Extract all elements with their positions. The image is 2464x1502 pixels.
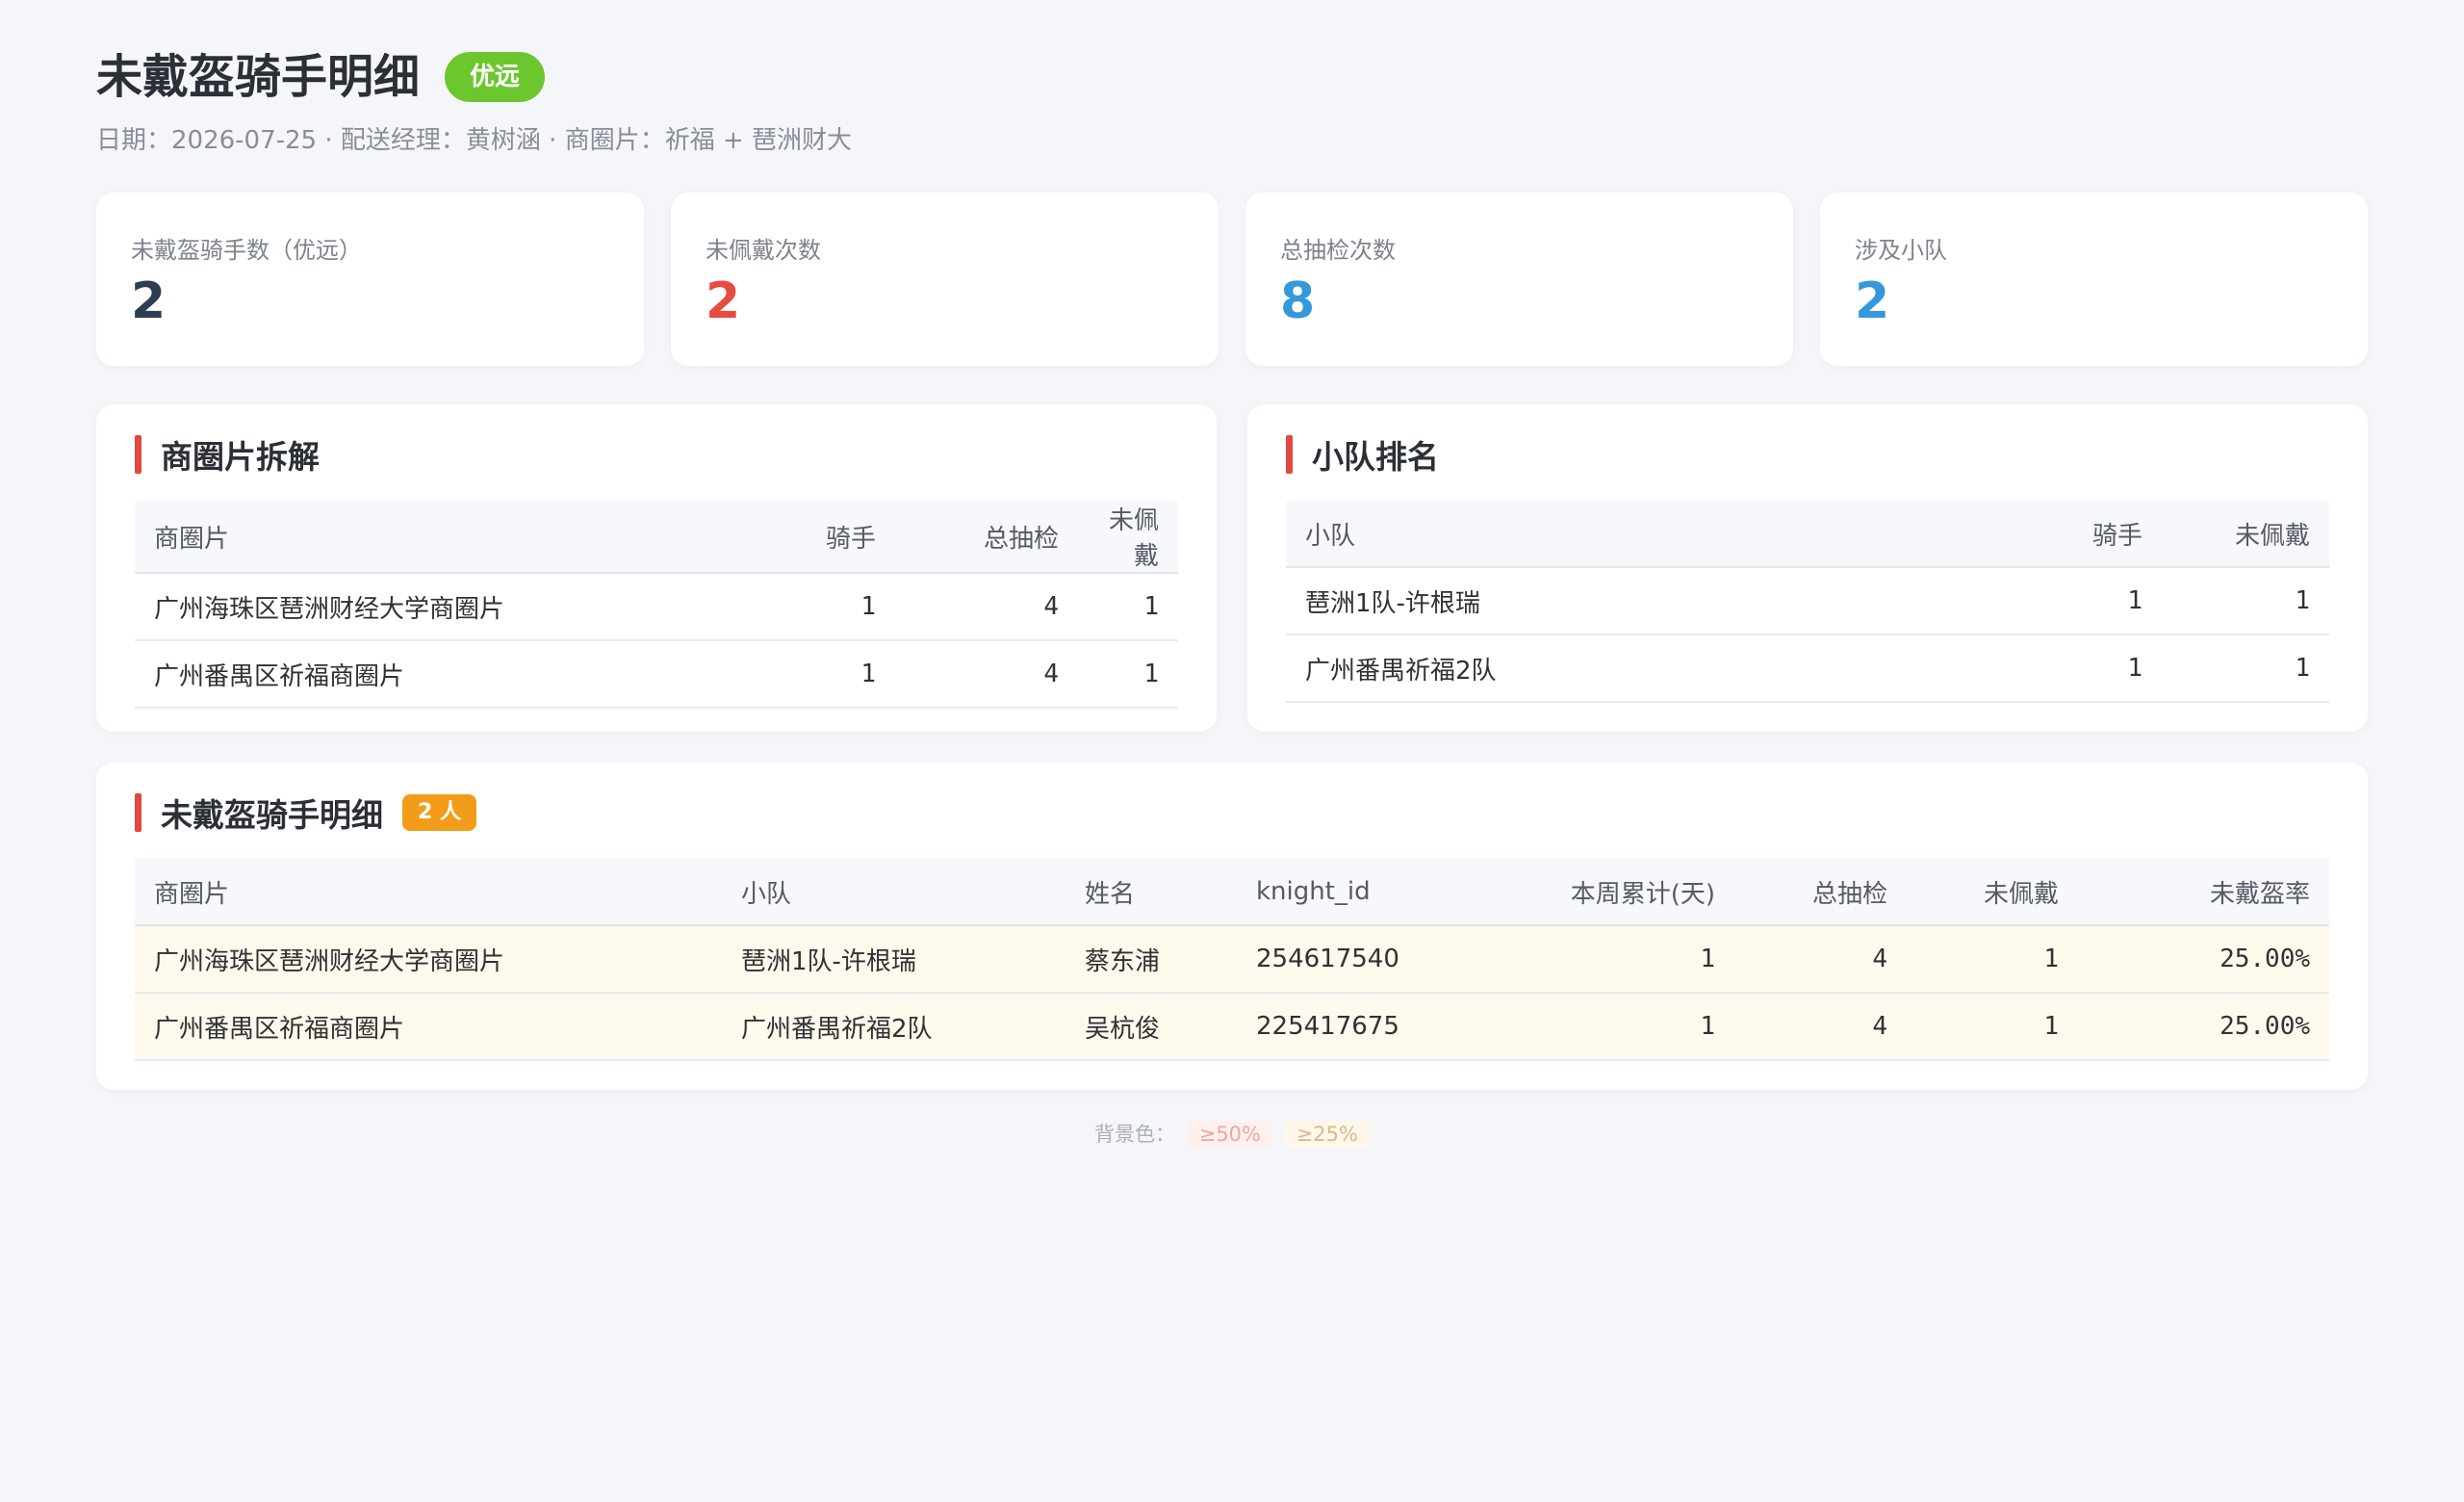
table-header-row: 小队 骑手 未佩戴: [1286, 501, 2329, 568]
legend-chip-25: ≥25%: [1284, 1121, 1370, 1148]
kpi-label: 未戴盔骑手数（优远）: [131, 237, 362, 264]
cell-not-worn: 1: [1078, 640, 1178, 709]
page-title: 未戴盔骑手明细: [96, 50, 421, 104]
section-title: 小队排名: [1286, 433, 1439, 476]
table-header-row: 商圈片 小队 姓名 knight_id 本周累计(天) 总抽检 未佩戴 未戴盔率: [135, 859, 2329, 926]
page: 未戴盔骑手明细 优远 日期：2026-07-25 · 配送经理：黄树涵 · 商圈…: [0, 0, 2464, 1502]
kpi-label: 总抽检次数: [1280, 237, 1396, 264]
cell-team: 琶洲1队-许根瑞: [1286, 567, 1979, 635]
col-checks[interactable]: 总抽检: [1734, 859, 1907, 926]
cell-not-worn: 1: [1907, 993, 2078, 1061]
cell-riders: 1: [1979, 567, 2162, 635]
section-title-text: 未戴盔骑手明细: [161, 796, 383, 834]
kpi-label: 涉及小队: [1855, 237, 1947, 264]
section-title: 未戴盔骑手明细 2 人: [135, 791, 476, 834]
page-subtitle: 日期：2026-07-25 · 配送经理：黄树涵 · 商圈片：祈福 + 琶洲财大: [96, 126, 853, 155]
kpi-value: 2: [131, 272, 167, 330]
rider-count-badge: 2 人: [402, 794, 476, 831]
kpi-card-checks: 总抽检次数 8: [1245, 193, 1793, 366]
cell-week-days: 1: [1503, 993, 1734, 1061]
section-title-text: 小队排名: [1312, 438, 1439, 476]
legend-chip-50: ≥50%: [1187, 1121, 1272, 1148]
col-team[interactable]: 小队: [1286, 501, 1979, 568]
cell-team: 广州番禺祈福2队: [1286, 634, 1979, 703]
col-rate[interactable]: 未戴盔率: [2078, 859, 2329, 926]
kpi-card-not-worn: 未佩戴次数 2: [671, 193, 1219, 366]
cell-riders: 1: [712, 573, 895, 641]
title-row: 未戴盔骑手明细 优远: [96, 46, 852, 108]
table-header-row: 商圈片 骑手 总抽检 未佩戴: [135, 501, 1178, 574]
table-row: 广州番禺区祈福商圈片 广州番禺祈福2队 吴杭俊 225417675 1 4 1 …: [135, 993, 2329, 1061]
kpi-value: 2: [706, 272, 741, 330]
cell-not-worn: 1: [1907, 925, 2078, 994]
cell-rate: 25.00%: [2078, 993, 2329, 1061]
col-not-worn[interactable]: 未佩戴: [2162, 501, 2329, 568]
table-row: 广州番禺祈福2队 1 1: [1286, 634, 2329, 703]
cell-rate: 25.00%: [2078, 925, 2329, 994]
rider-detail-card: 未戴盔骑手明细 2 人 商圈片 小队 姓名 knight_id 本周累计(天) …: [96, 763, 2368, 1090]
table-row: 广州海珠区琶洲财经大学商圈片 琶洲1队-许根瑞 蔡东浦 254617540 1 …: [135, 925, 2329, 994]
section-title-text: 商圈片拆解: [161, 438, 320, 476]
col-district[interactable]: 商圈片: [135, 501, 712, 574]
cell-name: 吴杭俊: [1065, 993, 1237, 1061]
team-table: 小队 骑手 未佩戴 琶洲1队-许根瑞 1 1 广州番禺祈福2队 1 1: [1286, 501, 2329, 703]
kpi-card-riders: 未戴盔骑手数（优远） 2: [96, 193, 644, 366]
cell-not-worn: 1: [2162, 634, 2329, 703]
legend-footer: 背景色： ≥50% ≥25%: [0, 1119, 2464, 1148]
cell-riders: 1: [712, 640, 895, 709]
col-name[interactable]: 姓名: [1065, 859, 1237, 926]
col-team[interactable]: 小队: [722, 859, 1065, 926]
cell-checks: 4: [895, 640, 1078, 709]
section-accent-bar: [135, 793, 141, 832]
cell-team: 广州番禺祈福2队: [722, 993, 1065, 1061]
cell-week-days: 1: [1503, 925, 1734, 994]
section-accent-bar: [135, 435, 141, 474]
cell-district: 广州海珠区琶洲财经大学商圈片: [135, 573, 712, 641]
section-accent-bar: [1286, 435, 1293, 474]
cell-district: 广州海珠区琶洲财经大学商圈片: [135, 925, 722, 994]
cell-checks: 4: [1734, 993, 1907, 1061]
col-district[interactable]: 商圈片: [135, 859, 722, 926]
col-riders[interactable]: 骑手: [1979, 501, 2162, 568]
kpi-card-teams: 涉及小队 2: [1820, 193, 2368, 366]
col-knight-id[interactable]: knight_id: [1237, 859, 1503, 926]
kpi-label: 未佩戴次数: [706, 237, 821, 264]
cell-checks: 4: [895, 573, 1078, 641]
cell-name: 蔡东浦: [1065, 925, 1237, 994]
cell-checks: 4: [1734, 925, 1907, 994]
table-row: 广州海珠区琶洲财经大学商圈片 1 4 1: [135, 573, 1178, 641]
cell-district: 广州番禺区祈福商圈片: [135, 993, 722, 1061]
kpi-value: 8: [1280, 272, 1316, 330]
cell-knight-id: 254617540: [1237, 925, 1503, 994]
cell-knight-id: 225417675: [1237, 993, 1503, 1061]
rider-table: 商圈片 小队 姓名 knight_id 本周累计(天) 总抽检 未佩戴 未戴盔率…: [135, 859, 2329, 1061]
col-week-days[interactable]: 本周累计(天): [1503, 859, 1734, 926]
col-checks[interactable]: 总抽检: [895, 501, 1078, 574]
table-row: 广州番禺区祈福商圈片 1 4 1: [135, 640, 1178, 709]
district-table: 商圈片 骑手 总抽检 未佩戴 广州海珠区琶洲财经大学商圈片 1 4 1 广州番禺…: [135, 501, 1178, 709]
col-not-worn[interactable]: 未佩戴: [1078, 501, 1178, 574]
section-title: 商圈片拆解: [135, 433, 320, 476]
legend-label: 背景色：: [1094, 1123, 1176, 1146]
cell-team: 琶洲1队-许根瑞: [722, 925, 1065, 994]
table-row: 琶洲1队-许根瑞 1 1: [1286, 567, 2329, 635]
col-not-worn[interactable]: 未佩戴: [1907, 859, 2078, 926]
kpi-value: 2: [1855, 272, 1890, 330]
district-breakdown-card: 商圈片拆解 商圈片 骑手 总抽检 未佩戴 广州海珠区琶洲财经大学商圈片 1 4 …: [96, 404, 1217, 732]
page-header: 未戴盔骑手明细 优远 日期：2026-07-25 · 配送经理：黄树涵 · 商圈…: [96, 46, 852, 158]
cell-riders: 1: [1979, 634, 2162, 703]
col-riders[interactable]: 骑手: [712, 501, 895, 574]
team-ranking-card: 小队排名 小队 骑手 未佩戴 琶洲1队-许根瑞 1 1 广州番禺祈福2队 1 1: [1247, 404, 2368, 732]
cell-not-worn: 1: [2162, 567, 2329, 635]
brand-badge: 优远: [445, 52, 546, 102]
cell-not-worn: 1: [1078, 573, 1178, 641]
cell-district: 广州番禺区祈福商圈片: [135, 640, 712, 709]
